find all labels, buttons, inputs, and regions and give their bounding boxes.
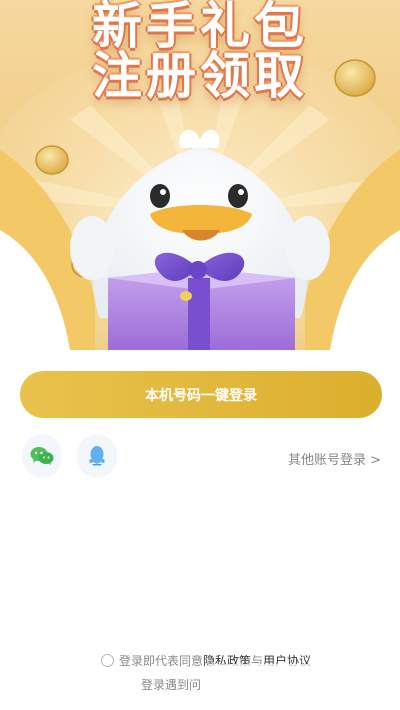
one-click-login-button[interactable]: 本机号码一键登录	[20, 371, 382, 418]
banner-title-line2: 注册领取	[92, 47, 308, 105]
watermark-overlay	[206, 664, 386, 702]
hero-banner: 新手礼包 注册领取	[0, 0, 400, 350]
qq-login-button[interactable]	[77, 434, 117, 478]
other-account-login-link[interactable]: 其他账号登录 >	[288, 449, 381, 468]
qq-icon	[89, 446, 105, 466]
agreement-radio[interactable]	[101, 653, 114, 667]
agreement-prefix-text: 登录即代表同意	[119, 653, 204, 668]
login-help-text: 登录遇到问	[141, 678, 202, 692]
wechat-icon	[30, 447, 54, 465]
duck-mascot-illustration	[70, 129, 330, 350]
wechat-login-button[interactable]	[22, 434, 62, 478]
